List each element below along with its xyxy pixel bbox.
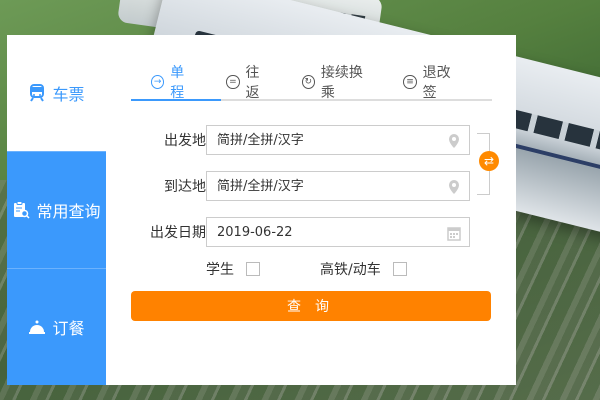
tab-label: 接续换乘 [320,65,363,101]
to-field [206,171,470,201]
trip-type-tabs: → 单程 = 往返 ↻ 接续换乘 ≡ 退改签 [131,35,492,101]
date-label: 出发日期 [150,225,206,241]
date-input[interactable] [207,218,469,246]
tab-round-trip[interactable]: = 往返 [226,65,271,101]
food-cloche-icon [28,318,46,336]
sidebar-item-tickets[interactable]: 车票 [7,35,106,151]
tab-label: 单程 [170,65,185,101]
clipboard-search-icon [12,201,31,219]
sidebar-item-common-queries[interactable]: 常用查询 [7,151,106,268]
swap-stations-button[interactable]: ⇄ [479,151,499,171]
tab-label: 退改签 [422,65,451,101]
search-form: 出发地 到达地 ⇄ 出发日期 [131,125,499,321]
arrow-right-circle-icon: → [151,75,165,89]
student-checkbox-box[interactable] [246,262,260,276]
highspeed-checkbox[interactable]: 高铁/动车 [320,259,407,279]
swap-arrows-icon: ⇄ [483,154,495,168]
highspeed-checkbox-box[interactable] [392,262,407,276]
sidebar-item-label: 车票 [52,85,85,104]
sidebar-item-label: 常用查询 [36,202,101,221]
tab-label: 往返 [245,65,260,101]
student-label: 学生 [206,262,234,278]
equals-circle-icon: = [226,75,240,89]
to-label: 到达地 [164,179,206,195]
sidebar-item-food-order[interactable]: 订餐 [7,268,106,385]
from-label: 出发地 [164,133,206,149]
ticket-search-panel: 车票 常用查询 订餐 → 单程 = 往返 ↻ 接续换乘 ≡ 退改签 出发地 简拼… [7,35,516,385]
from-input[interactable] [207,126,469,154]
exchange-circle-icon: ≡ [403,75,417,89]
tab-one-way[interactable]: → 单程 [151,65,196,101]
search-button[interactable]: 查询 [131,291,491,321]
train-icon [28,84,46,102]
active-tab-underline [131,99,221,101]
from-field [206,125,470,155]
location-pin-icon [449,134,459,148]
calendar-icon [447,227,461,241]
tab-transfer[interactable]: ↻ 接续换乘 [301,65,374,101]
main-content: → 单程 = 往返 ↻ 接续换乘 ≡ 退改签 出发地 简拼/全拼/汉字 到达地 … [106,35,516,385]
highspeed-label: 高铁/动车 [320,262,381,278]
location-pin-icon [449,180,459,194]
refresh-circle-icon: ↻ [301,75,315,89]
to-input[interactable] [207,172,469,200]
tab-refund-change[interactable]: ≡ 退改签 [403,65,462,101]
ticket-options: 学生 高铁/动车 [206,257,492,281]
student-checkbox[interactable]: 学生 [206,259,260,279]
date-field [206,217,470,247]
sidebar-item-label: 订餐 [52,319,85,338]
sidebar: 车票 常用查询 订餐 [7,35,106,385]
